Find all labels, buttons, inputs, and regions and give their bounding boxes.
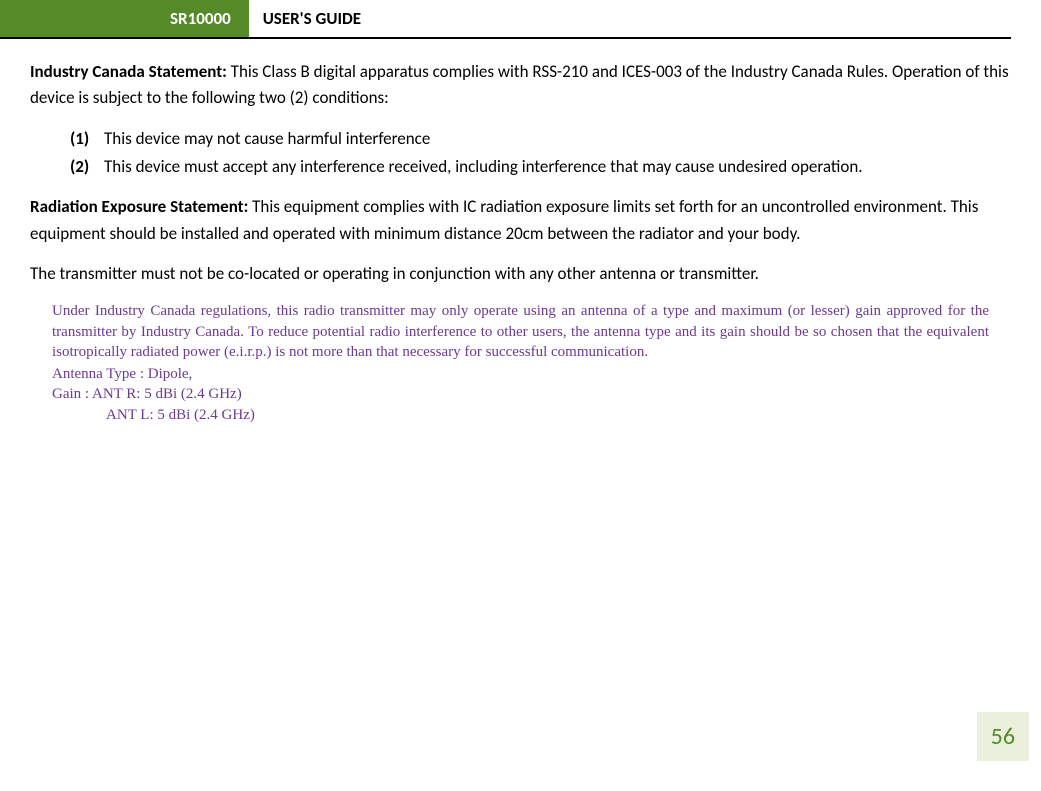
- regulatory-box: Under Industry Canada regulations, this …: [52, 301, 989, 425]
- radiation-exposure-statement: Radiation Exposure Statement: This equip…: [30, 194, 1011, 247]
- header-model-tab: SR10000: [0, 0, 249, 37]
- conditions-list: (1) This device may not cause harmful in…: [30, 126, 1011, 181]
- list-number-2: (2): [70, 154, 104, 180]
- page-number: 56: [977, 712, 1029, 761]
- list-text-2: This device must accept any interference…: [104, 154, 1011, 180]
- list-item: (2) This device must accept any interfer…: [70, 154, 1011, 180]
- list-number-1: (1): [70, 126, 104, 152]
- content-area: Industry Canada Statement: This Class B …: [0, 59, 1041, 425]
- antenna-gain-r: Gain : ANT R: 5 dBi (2.4 GHz): [52, 384, 989, 404]
- industry-canada-statement: Industry Canada Statement: This Class B …: [30, 59, 1011, 112]
- regulatory-text: Under Industry Canada regulations, this …: [52, 301, 989, 362]
- antenna-gain-l: ANT L: 5 dBi (2.4 GHz): [52, 405, 989, 425]
- document-header: SR10000 USER'S GUIDE: [0, 0, 1011, 39]
- header-title: USER'S GUIDE: [249, 0, 361, 37]
- antenna-type: Antenna Type : Dipole,: [52, 364, 989, 384]
- industry-canada-heading: Industry Canada Statement:: [30, 61, 227, 82]
- transmitter-statement: The transmitter must not be co-located o…: [30, 261, 1011, 287]
- list-text-1: This device may not cause harmful interf…: [104, 126, 1011, 152]
- radiation-heading: Radiation Exposure Statement:: [30, 196, 248, 217]
- list-item: (1) This device may not cause harmful in…: [70, 126, 1011, 152]
